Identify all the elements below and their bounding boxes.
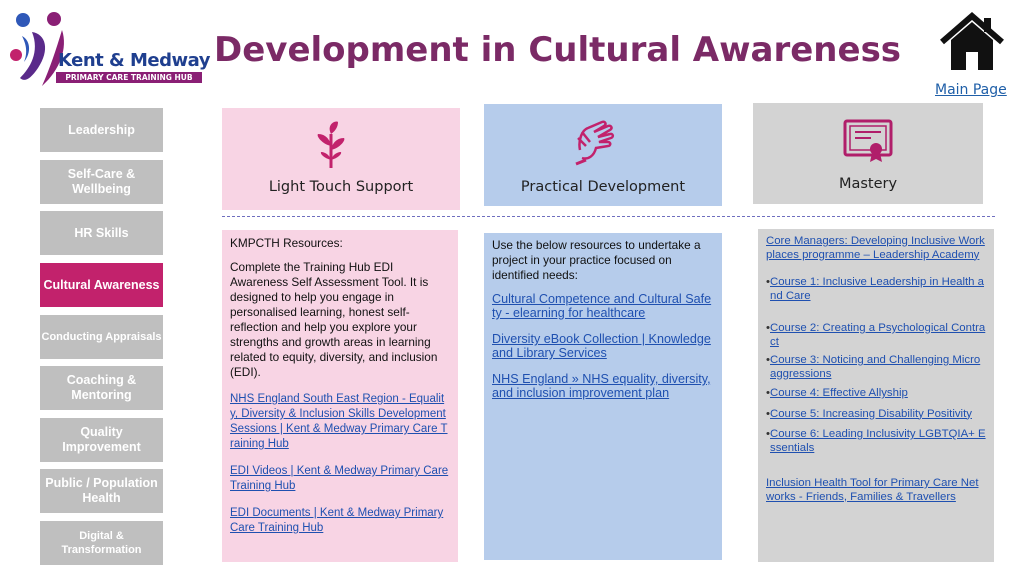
- logo-subtitle: PRIMARY CARE TRAINING HUB: [56, 72, 202, 83]
- column-light-touch: KMPCTH Resources: Complete the Training …: [222, 230, 458, 562]
- bullet: •: [766, 322, 770, 334]
- sidebar-item-hr-skills[interactable]: HR Skills: [40, 211, 163, 255]
- link-course-4[interactable]: • Course 4: Effective Allyship: [766, 387, 986, 401]
- link-nhs-se-edi-sessions[interactable]: NHS England South East Region - Equality…: [230, 392, 450, 452]
- certificate-icon: [843, 119, 893, 162]
- link-course-5[interactable]: • Course 5: Increasing Disability Positiv…: [766, 408, 986, 422]
- kent-medway-logo: Kent & Medway PRIMARY CARE TRAINING HUB: [10, 10, 210, 90]
- header-light-touch: Light Touch Support: [222, 108, 460, 210]
- bullet: •: [766, 387, 770, 399]
- link-course-6[interactable]: • Course 6: Leading Inclusivity LGBTQIA+ …: [766, 428, 986, 455]
- column-practical: Use the below resources to undertake a p…: [484, 233, 722, 560]
- link-core-managers-programme[interactable]: Core Managers: Developing Inclusive Work…: [766, 235, 986, 262]
- link-diversity-ebook[interactable]: Diversity eBook Collection | Knowledge a…: [492, 332, 714, 360]
- plant-icon: [317, 121, 345, 168]
- bullet: •: [766, 428, 770, 440]
- header-practical: Practical Development: [484, 104, 722, 206]
- link-course-1[interactable]: • Course 1: Inclusive Leadership in Healt…: [766, 276, 986, 303]
- sidebar-item-digital[interactable]: Digital & Transformation: [40, 521, 163, 565]
- sidebar-item-appraisals[interactable]: Conducting Appraisals: [40, 315, 163, 359]
- sidebar-item-quality[interactable]: Quality Improvement: [40, 418, 163, 462]
- link-course-2[interactable]: • Course 2: Creating a Psychological Cont…: [766, 322, 986, 349]
- section-divider: [222, 216, 995, 217]
- home-icon[interactable]: [938, 12, 1006, 72]
- page-title: Development in Cultural Awareness: [214, 30, 902, 70]
- bullet: •: [766, 354, 770, 366]
- resources-title: KMPCTH Resources:: [230, 236, 343, 250]
- link-edi-videos[interactable]: EDI Videos | Kent & Medway Primary Care …: [230, 464, 450, 494]
- bullet: •: [766, 276, 770, 288]
- link-course-3[interactable]: • Course 3: Noticing and Challenging Micr…: [766, 354, 986, 381]
- sidebar-item-coaching[interactable]: Coaching & Mentoring: [40, 366, 163, 410]
- logo-name: Kent & Medway: [58, 50, 210, 71]
- link-edi-documents[interactable]: EDI Documents | Kent & Medway Primary Ca…: [230, 506, 450, 536]
- edi-intro-text: Complete the Training Hub EDI Awareness …: [230, 260, 438, 379]
- link-nhs-edi-plan[interactable]: NHS England » NHS equality, diversity, a…: [492, 372, 714, 400]
- sign-language-icon: [575, 120, 615, 166]
- link-cultural-competence[interactable]: Cultural Competence and Cultural Safety …: [492, 292, 714, 320]
- link-inclusion-health-tool[interactable]: Inclusion Health Tool for Primary Care N…: [766, 477, 986, 504]
- sidebar-item-public-health[interactable]: Public / Population Health: [40, 469, 163, 513]
- practical-intro-text: Use the below resources to undertake a p…: [492, 238, 701, 282]
- header-mastery: Mastery: [753, 103, 983, 204]
- header-light-touch-label: Light Touch Support: [268, 179, 414, 195]
- column-mastery: Core Managers: Developing Inclusive Work…: [758, 229, 994, 562]
- sidebar-item-self-care[interactable]: Self-Care & Wellbeing: [40, 160, 163, 204]
- main-page-link[interactable]: Main Page: [935, 82, 1007, 98]
- header-practical-label: Practical Development: [520, 179, 686, 195]
- sidebar-item-leadership[interactable]: Leadership: [40, 108, 163, 152]
- header-mastery-label: Mastery: [838, 176, 898, 192]
- bullet: •: [766, 407, 770, 420]
- sidebar-item-cultural-awareness[interactable]: Cultural Awareness: [40, 263, 163, 307]
